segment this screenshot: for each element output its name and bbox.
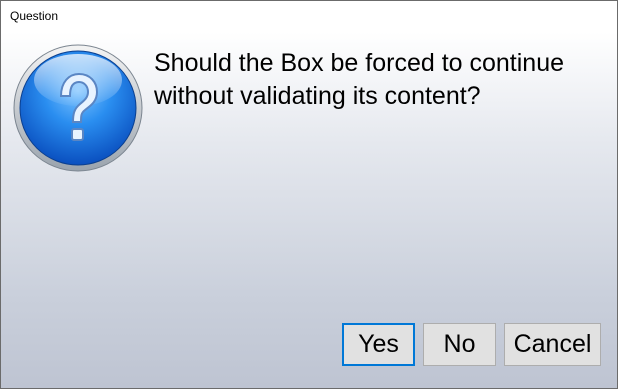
cancel-button[interactable]: Cancel [504, 323, 601, 366]
yes-button[interactable]: Yes [342, 323, 415, 366]
question-icon [13, 44, 143, 172]
dialog-message: Should the Box be forced to continue wit… [154, 49, 565, 110]
question-dialog: Question Should the Box be forced to con… [0, 0, 618, 389]
window-title: Question [10, 9, 59, 23]
no-button[interactable]: No [423, 323, 496, 366]
title-bar[interactable]: Question [1, 1, 617, 32]
dialog-body: Should the Box be forced to continue wit… [1, 32, 617, 388]
